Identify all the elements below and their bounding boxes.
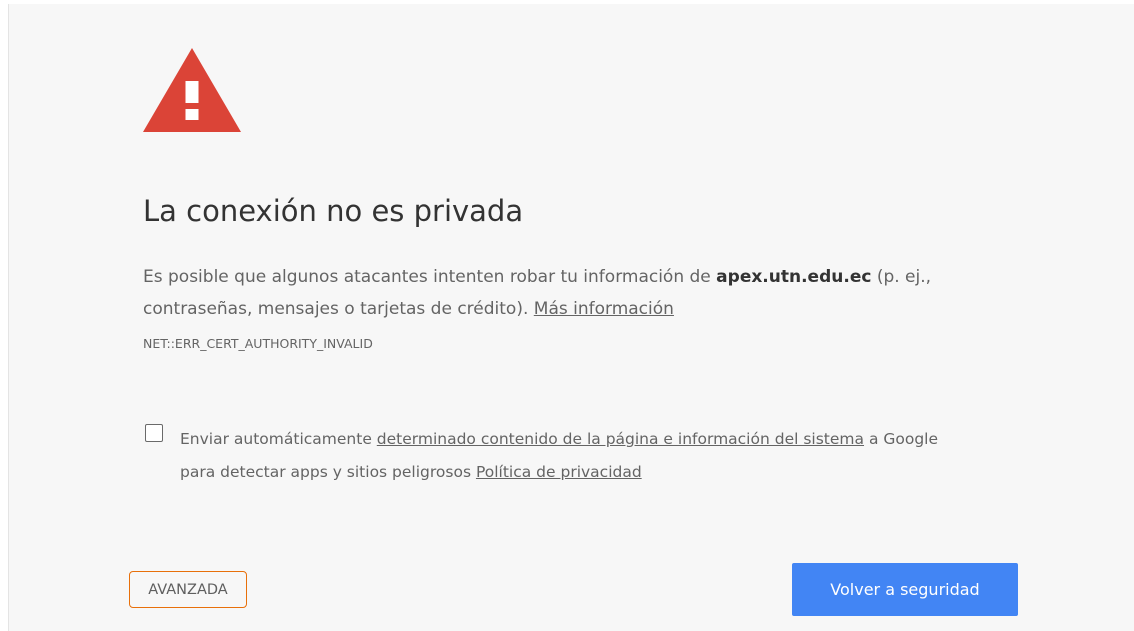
report-prefix: Enviar automáticamente <box>180 430 377 448</box>
advanced-button[interactable]: AVANZADA <box>129 571 247 608</box>
learn-more-link[interactable]: Más información <box>534 299 674 319</box>
host-name: apex.utn.edu.ec <box>716 267 872 287</box>
report-after-link: a Google <box>864 430 939 448</box>
warning-triangle-icon <box>143 48 241 132</box>
report-checkbox[interactable] <box>145 424 163 442</box>
report-text: Enviar automáticamente determinado conte… <box>180 423 1040 489</box>
page-content-link[interactable]: determinado contenido de la página e inf… <box>377 430 864 448</box>
report-line-2: para detectar apps y sitios peligrosos P… <box>180 456 1040 489</box>
error-code: NET::ERR_CERT_AUTHORITY_INVALID <box>143 336 373 351</box>
error-description: Es posible que algunos atacantes intente… <box>143 261 1043 325</box>
back-to-safety-button[interactable]: Volver a seguridad <box>792 563 1018 616</box>
report-line2-text: para detectar apps y sitios peligrosos <box>180 463 476 481</box>
page-title: La conexión no es privada <box>143 194 524 228</box>
description-prefix: Es posible que algunos atacantes intente… <box>143 267 717 287</box>
interstitial-page: La conexión no es privada Es posible que… <box>8 4 1134 631</box>
privacy-policy-link[interactable]: Política de privacidad <box>476 463 642 481</box>
report-line-1: Enviar automáticamente determinado conte… <box>180 423 1040 456</box>
